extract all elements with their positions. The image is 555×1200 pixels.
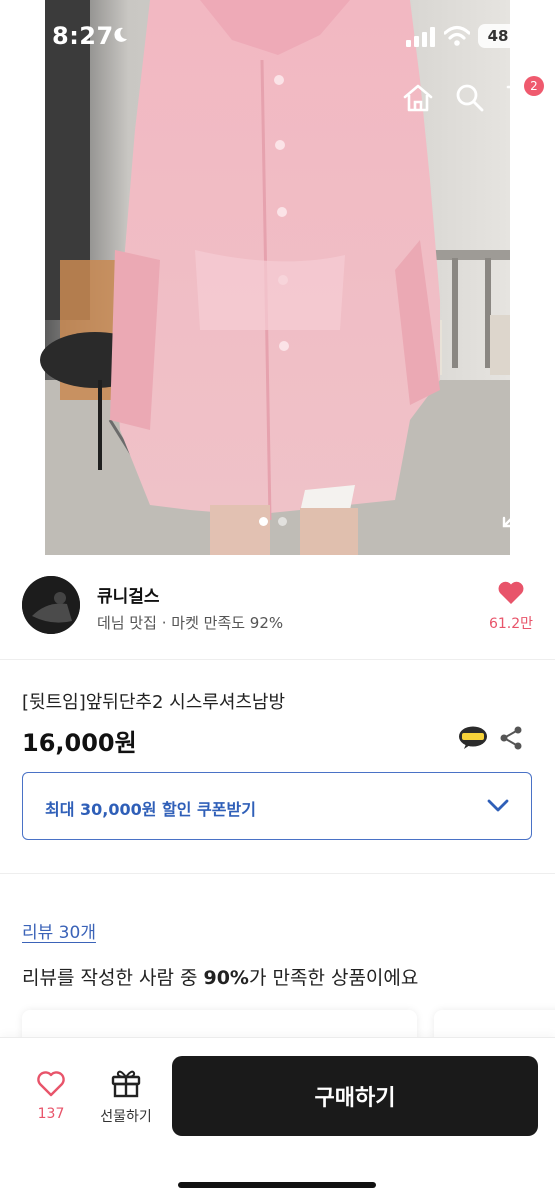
gallery-pagination [259, 517, 287, 526]
gift-button[interactable]: 선물하기 [92, 1068, 160, 1128]
battery-level: 48 [478, 24, 518, 48]
expand-icon[interactable] [500, 498, 532, 530]
back-button[interactable] [18, 80, 54, 116]
kakaotalk-icon[interactable] [458, 726, 488, 750]
gallery-dot-1[interactable] [259, 517, 268, 526]
home-indicator [178, 1182, 376, 1188]
review-satisfaction-summary: 리뷰를 작성한 사람 중 90%가 만족한 상품이에요 [22, 963, 418, 990]
avatar-image [22, 576, 80, 634]
search-icon [456, 84, 484, 112]
status-time: 8:27 [52, 22, 114, 50]
home-button[interactable] [400, 80, 436, 116]
product-image-gallery[interactable]: 8:27 48 2 [0, 0, 555, 555]
cellular-signal-icon [406, 27, 435, 47]
seller-avatar[interactable] [22, 576, 80, 634]
seller-subtitle: 데님 맛집 · 마켓 만족도 92% [97, 614, 284, 632]
gallery-dot-2[interactable] [278, 517, 287, 526]
search-button[interactable] [452, 80, 488, 116]
section-divider [0, 873, 555, 874]
wifi-icon [444, 25, 470, 46]
chevron-down-icon [487, 799, 509, 812]
status-bar: 8:27 48 [0, 0, 555, 72]
seller-like-count: 61.2만 [488, 616, 534, 632]
wish-count: 137 [37, 1106, 65, 1122]
wish-button[interactable]: 137 [30, 1070, 72, 1130]
product-title: [뒷트임]앞뒤단추2 시스루셔츠남방 [22, 692, 286, 713]
cart-count-badge: 2 [524, 76, 544, 96]
back-icon [27, 83, 44, 113]
gift-label: 선물하기 [100, 1109, 152, 1125]
review-count-link[interactable]: 리뷰 30개 [22, 918, 96, 943]
battery-tip [520, 32, 523, 40]
gift-icon [111, 1070, 141, 1098]
share-icon[interactable] [497, 724, 525, 752]
home-icon [403, 84, 433, 112]
bottom-action-bar: 137 선물하기 구매하기 [0, 1037, 555, 1200]
seller-name[interactable]: 큐니걸스 [97, 582, 160, 607]
product-price: 16,000원 [22, 729, 137, 757]
coupon-label: 최대 30,000원 할인 쿠폰받기 [45, 800, 256, 819]
seller-section[interactable]: 큐니걸스 데님 맛집 · 마켓 만족도 92% 61.2만 [0, 555, 555, 660]
moon-icon [114, 27, 127, 42]
heart-icon [37, 1071, 65, 1097]
review-summary-prefix: 리뷰를 작성한 사람 중 [22, 967, 204, 989]
heart-icon[interactable] [497, 580, 525, 606]
review-satisfaction-percent: 90% [203, 967, 249, 989]
buy-button[interactable]: 구매하기 [172, 1056, 538, 1136]
coupon-button[interactable]: 최대 30,000원 할인 쿠폰받기 [22, 772, 532, 840]
review-summary-suffix: 가 만족한 상품이에요 [248, 967, 419, 989]
